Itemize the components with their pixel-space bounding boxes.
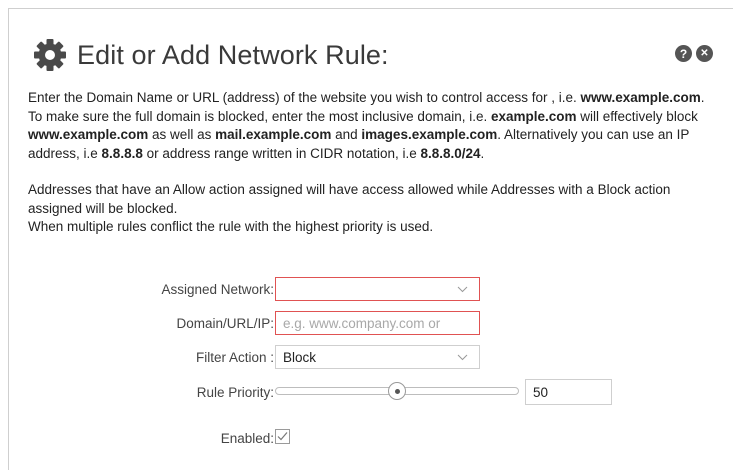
enabled-checkbox[interactable] [275,429,290,444]
desc-bold: mail.example.com [215,127,332,142]
assigned-network-row: Assigned Network: [9,277,733,303]
checkmark-icon [277,432,288,441]
description-text: Enter the Domain Name or URL (address) o… [28,89,718,237]
desc-bold: images.example.com [361,127,498,142]
desc-bold: www.example.com [580,90,701,105]
description-paragraph-3: When multiple rules conflict the rule wi… [28,219,434,234]
enabled-row: Enabled: [9,426,733,452]
domain-row: Domain/URL/IP: [9,311,733,337]
description-paragraph-1: Enter the Domain Name or URL (address) o… [28,89,718,163]
desc-text: will effectively block [576,108,698,124]
desc-text: as well as [148,127,216,142]
help-icon[interactable]: ? [675,45,692,62]
close-icon[interactable]: ✕ [696,45,713,62]
rule-priority-label: Rule Priority: [196,385,274,400]
gear-icon [33,38,67,72]
desc-bold: 8.8.8.0/24 [420,145,481,161]
filter-action-row: Filter Action : Block [9,345,733,371]
dialog-title: Edit or Add Network Rule: [77,39,389,70]
filter-action-label: Filter Action : [195,350,274,365]
domain-field [275,311,480,335]
desc-text: or address range written in CIDR notatio… [142,145,421,161]
priority-value-input[interactable]: 50 [525,379,612,405]
filter-action-select[interactable]: Block [275,345,480,369]
priority-slider-handle[interactable] [388,382,406,400]
desc-text: Enter the Domain Name or URL (address) o… [28,90,581,105]
description-paragraph-2: Addresses that have an Allow action assi… [28,182,671,216]
assigned-network-label: Assigned Network: [161,282,274,297]
desc-text: . [480,145,485,161]
enabled-label: Enabled: [220,431,274,446]
desc-bold: example.com [490,108,577,124]
slider-dot [394,388,400,394]
domain-label: Domain/URL/IP: [176,316,274,331]
chevron-down-icon [457,354,468,360]
chevron-down-icon [457,286,468,292]
desc-text: and [331,127,362,142]
network-rule-dialog: Edit or Add Network Rule: ? ✕ Enter the … [8,8,733,470]
desc-bold: www.example.com [28,127,149,142]
header-icons: ? ✕ [675,45,713,62]
dialog-header: Edit or Add Network Rule: [33,35,389,75]
rule-priority-row: Rule Priority: 50 [9,379,733,406]
assigned-network-select[interactable] [275,277,480,301]
filter-action-value: Block [283,349,317,365]
domain-input[interactable] [283,315,472,331]
priority-slider[interactable] [275,382,519,400]
desc-bold: 8.8.8.8 [101,145,143,161]
